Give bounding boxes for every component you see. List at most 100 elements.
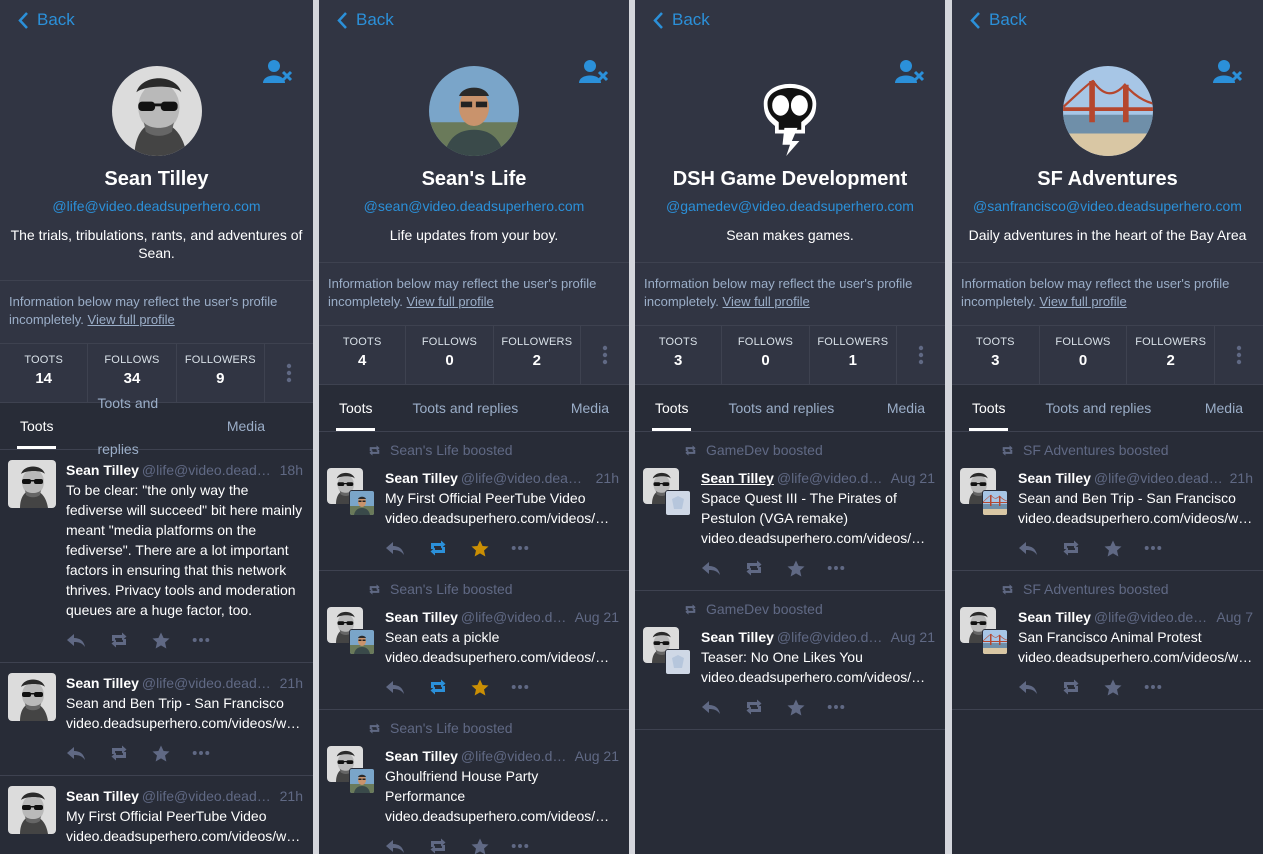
boost-icon[interactable] — [743, 560, 765, 576]
unfollow-user-icon[interactable] — [263, 58, 293, 86]
reply-icon[interactable] — [66, 632, 86, 648]
status-time[interactable]: Aug 7 — [1216, 607, 1253, 627]
status-avatar[interactable] — [8, 786, 56, 834]
back-button[interactable]: Back — [653, 10, 710, 30]
stat-toots[interactable]: TOOTS 14 — [0, 344, 89, 402]
unfollow-user-icon[interactable] — [895, 58, 925, 86]
more-icon[interactable] — [192, 637, 210, 643]
view-full-profile-link[interactable]: View full profile — [1040, 294, 1127, 309]
status-link[interactable]: video.deadsuperhero.com/videos/watch — [701, 667, 935, 687]
star-icon[interactable] — [787, 560, 805, 577]
status-item[interactable]: Sean Tilley@life@video.deadsuperhero.com… — [0, 776, 313, 854]
back-button[interactable]: Back — [337, 10, 394, 30]
status-item[interactable]: SF Adventures boosted Sean Tilley @life@v… — [952, 432, 1263, 571]
status-item[interactable]: GameDev boosted Sean Tilley @life@video.d… — [635, 591, 945, 730]
reply-icon[interactable] — [1018, 679, 1038, 695]
star-icon[interactable] — [152, 632, 170, 649]
stat-followers[interactable]: FOLLOWERS 1 — [810, 326, 897, 384]
status-author[interactable]: Sean Tilley — [1018, 607, 1091, 627]
status-author[interactable]: Sean Tilley — [66, 786, 139, 806]
back-button[interactable]: Back — [18, 10, 75, 30]
tab-toots-and-replies[interactable]: Toots and replies — [412, 385, 518, 431]
status-author[interactable]: Sean Tilley — [701, 627, 774, 647]
unfollow-user-icon[interactable] — [1213, 58, 1243, 86]
more-options-button[interactable] — [581, 326, 629, 384]
status-time[interactable]: 18h — [280, 460, 303, 480]
more-options-button[interactable] — [1215, 326, 1263, 384]
more-icon[interactable] — [1144, 684, 1162, 690]
reply-icon[interactable] — [385, 540, 405, 556]
more-icon[interactable] — [1144, 545, 1162, 551]
more-options-button[interactable] — [897, 326, 945, 384]
boost-icon[interactable] — [1060, 679, 1082, 695]
boost-icon[interactable] — [108, 632, 130, 648]
star-icon[interactable] — [787, 699, 805, 716]
more-icon[interactable] — [827, 704, 845, 710]
status-item[interactable]: GameDev boosted Sean Tilley @life@video.d… — [635, 432, 945, 591]
status-author[interactable]: Sean Tilley — [66, 673, 139, 693]
status-link[interactable]: video.deadsuperhero.com/videos/watch — [1018, 508, 1253, 528]
status-author[interactable]: Sean Tilley — [385, 746, 458, 766]
status-time[interactable]: 21h — [280, 673, 303, 693]
boost-icon[interactable] — [108, 745, 130, 761]
status-link[interactable]: video.deadsuperhero.com/videos/watch — [701, 528, 935, 548]
reply-icon[interactable] — [66, 745, 86, 761]
stat-followers[interactable]: FOLLOWERS 2 — [1127, 326, 1216, 384]
status-avatar[interactable] — [327, 607, 375, 655]
more-icon[interactable] — [192, 750, 210, 756]
status-link[interactable]: video.deadsuperhero.com/videos/watch — [1018, 647, 1253, 667]
status-link[interactable]: video.deadsuperhero.com/videos/watch — [66, 826, 303, 846]
profile-handle[interactable]: @sanfrancisco@video.deadsuperhero.com — [952, 198, 1263, 214]
boost-icon[interactable] — [743, 699, 765, 715]
stat-followers[interactable]: FOLLOWERS 9 — [177, 344, 265, 402]
status-avatar[interactable] — [8, 673, 56, 721]
status-time[interactable]: Aug 21 — [891, 627, 935, 647]
star-icon[interactable] — [1104, 540, 1122, 557]
status-time[interactable]: 21h — [596, 468, 619, 488]
tab-toots[interactable]: Toots — [16, 403, 57, 449]
tab-toots-and-replies[interactable]: Toots and replies — [1045, 385, 1151, 431]
stat-toots[interactable]: TOOTS 3 — [952, 326, 1040, 384]
status-item[interactable]: Sean's Life boosted Sean Tilley @life@vid… — [319, 432, 629, 571]
more-icon[interactable] — [827, 565, 845, 571]
stat-followers[interactable]: FOLLOWERS 2 — [494, 326, 581, 384]
status-link[interactable]: video.deadsuperhero.com/videos/watch — [385, 508, 619, 528]
reply-icon[interactable] — [385, 679, 405, 695]
status-time[interactable]: Aug 21 — [575, 746, 619, 766]
view-full-profile-link[interactable]: View full profile — [407, 294, 494, 309]
more-icon[interactable] — [511, 684, 529, 690]
status-avatar[interactable] — [8, 460, 56, 508]
unfollow-user-icon[interactable] — [579, 58, 609, 86]
status-item[interactable]: SF Adventures boosted Sean Tilley @life@v… — [952, 571, 1263, 710]
status-item[interactable]: Sean Tilley@life@video.deadsuperhero.com… — [0, 663, 313, 776]
star-icon[interactable] — [471, 540, 489, 557]
status-author[interactable]: Sean Tilley — [385, 468, 458, 488]
star-icon[interactable] — [152, 745, 170, 762]
status-item[interactable]: Sean's Life boosted Sean Tilley @life@vid… — [319, 571, 629, 710]
status-link[interactable]: video.deadsuperhero.com/videos/watch — [66, 713, 303, 733]
status-link[interactable]: video.deadsuperhero.com/videos/watch — [385, 647, 619, 667]
reply-icon[interactable] — [385, 838, 405, 854]
stat-toots[interactable]: TOOTS 4 — [319, 326, 407, 384]
status-avatar[interactable] — [960, 607, 1008, 655]
profile-handle[interactable]: @life@video.deadsuperhero.com — [0, 198, 313, 214]
boost-icon[interactable] — [427, 838, 449, 854]
status-avatar[interactable] — [643, 627, 691, 675]
star-icon[interactable] — [1104, 679, 1122, 696]
stat-toots[interactable]: TOOTS 3 — [635, 326, 723, 384]
status-author[interactable]: Sean Tilley — [1018, 468, 1091, 488]
stat-follows[interactable]: FOLLOWS 0 — [1040, 326, 1128, 384]
status-link[interactable]: video.deadsuperhero.com/videos/watch — [385, 806, 619, 826]
status-time[interactable]: Aug 21 — [575, 607, 619, 627]
more-icon[interactable] — [511, 843, 529, 849]
tab-media[interactable]: Media — [227, 403, 265, 449]
star-icon[interactable] — [471, 679, 489, 696]
status-author[interactable]: Sean Tilley — [66, 460, 139, 480]
status-avatar[interactable] — [643, 468, 691, 516]
more-icon[interactable] — [511, 545, 529, 551]
back-button[interactable]: Back — [970, 10, 1027, 30]
more-options-button[interactable] — [265, 344, 313, 402]
tab-toots[interactable]: Toots — [651, 385, 692, 431]
view-full-profile-link[interactable]: View full profile — [88, 312, 175, 327]
stat-follows[interactable]: FOLLOWS 0 — [722, 326, 810, 384]
